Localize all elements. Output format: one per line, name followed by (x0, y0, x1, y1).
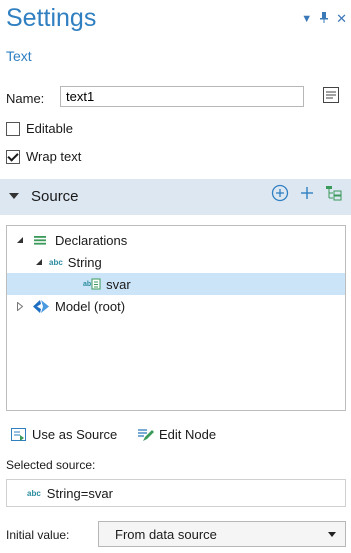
tree-options-icon[interactable] (325, 184, 343, 205)
source-section-title: Source (31, 188, 79, 205)
tree-item-svar[interactable]: ab svar (7, 273, 345, 295)
name-label: Name: (6, 91, 45, 106)
wrap-text-row[interactable]: Wrap text (6, 149, 81, 164)
dropdown-menu-icon[interactable]: ▼ (301, 13, 312, 25)
collapsed-arrow-icon[interactable] (17, 301, 27, 311)
use-as-source-icon (11, 427, 26, 441)
tree-item-label: svar (106, 276, 131, 292)
selected-source-label: Selected source: (6, 458, 96, 472)
model-icon (33, 299, 49, 313)
declarations-icon (34, 234, 46, 246)
initial-value-selected: From data source (115, 526, 217, 542)
source-tree[interactable]: Declarations abc String ab svar Model (r… (6, 225, 346, 411)
source-toolbar (271, 184, 343, 205)
wrap-text-label: Wrap text (26, 149, 82, 164)
add-circle-icon[interactable] (271, 184, 289, 205)
editable-row[interactable]: Editable (6, 121, 73, 136)
tree-item-label: String (67, 254, 102, 270)
expanded-arrow-icon[interactable] (16, 236, 26, 244)
use-as-source-button[interactable]: Use as Source (11, 427, 117, 442)
expanded-arrow-icon[interactable] (35, 258, 45, 266)
use-as-source-label: Use as Source (32, 427, 118, 442)
editable-checkbox[interactable] (6, 121, 20, 136)
tree-item-label: Declarations (55, 232, 128, 248)
page-title: Settings (6, 4, 97, 32)
edit-node-label: Edit Node (159, 427, 217, 442)
name-options-button[interactable] (319, 84, 343, 106)
selected-source-value: String=svar (46, 485, 113, 501)
close-icon[interactable]: ✕ (336, 12, 347, 25)
collapse-icon[interactable] (9, 193, 19, 199)
tree-item-label: Model (root) (55, 298, 126, 314)
abc-icon: abc (49, 257, 63, 267)
initial-value-select[interactable]: From data source (98, 521, 346, 547)
form-edit-icon (323, 87, 339, 103)
edit-node-icon (138, 428, 154, 441)
edit-node-button[interactable]: Edit Node (138, 427, 216, 442)
initial-value-label: Initial value: (6, 528, 70, 542)
tree-item-string[interactable]: abc String (7, 251, 345, 273)
tree-item-model-root[interactable]: Model (root) (7, 295, 345, 317)
tree-item-declarations[interactable]: Declarations (7, 229, 345, 251)
add-icon[interactable] (299, 185, 315, 204)
pin-icon[interactable] (320, 12, 329, 25)
name-input[interactable] (60, 86, 304, 107)
window-controls: ▼ ✕ (301, 12, 347, 25)
wrap-text-checkbox[interactable] (6, 149, 20, 164)
editable-label: Editable (26, 121, 73, 136)
string-variable-icon: ab (83, 278, 101, 290)
page-subtitle: Text (6, 48, 32, 64)
selected-source-field: abc String=svar (6, 479, 346, 507)
abc-icon: abc (27, 488, 41, 498)
chevron-down-icon (328, 532, 336, 537)
